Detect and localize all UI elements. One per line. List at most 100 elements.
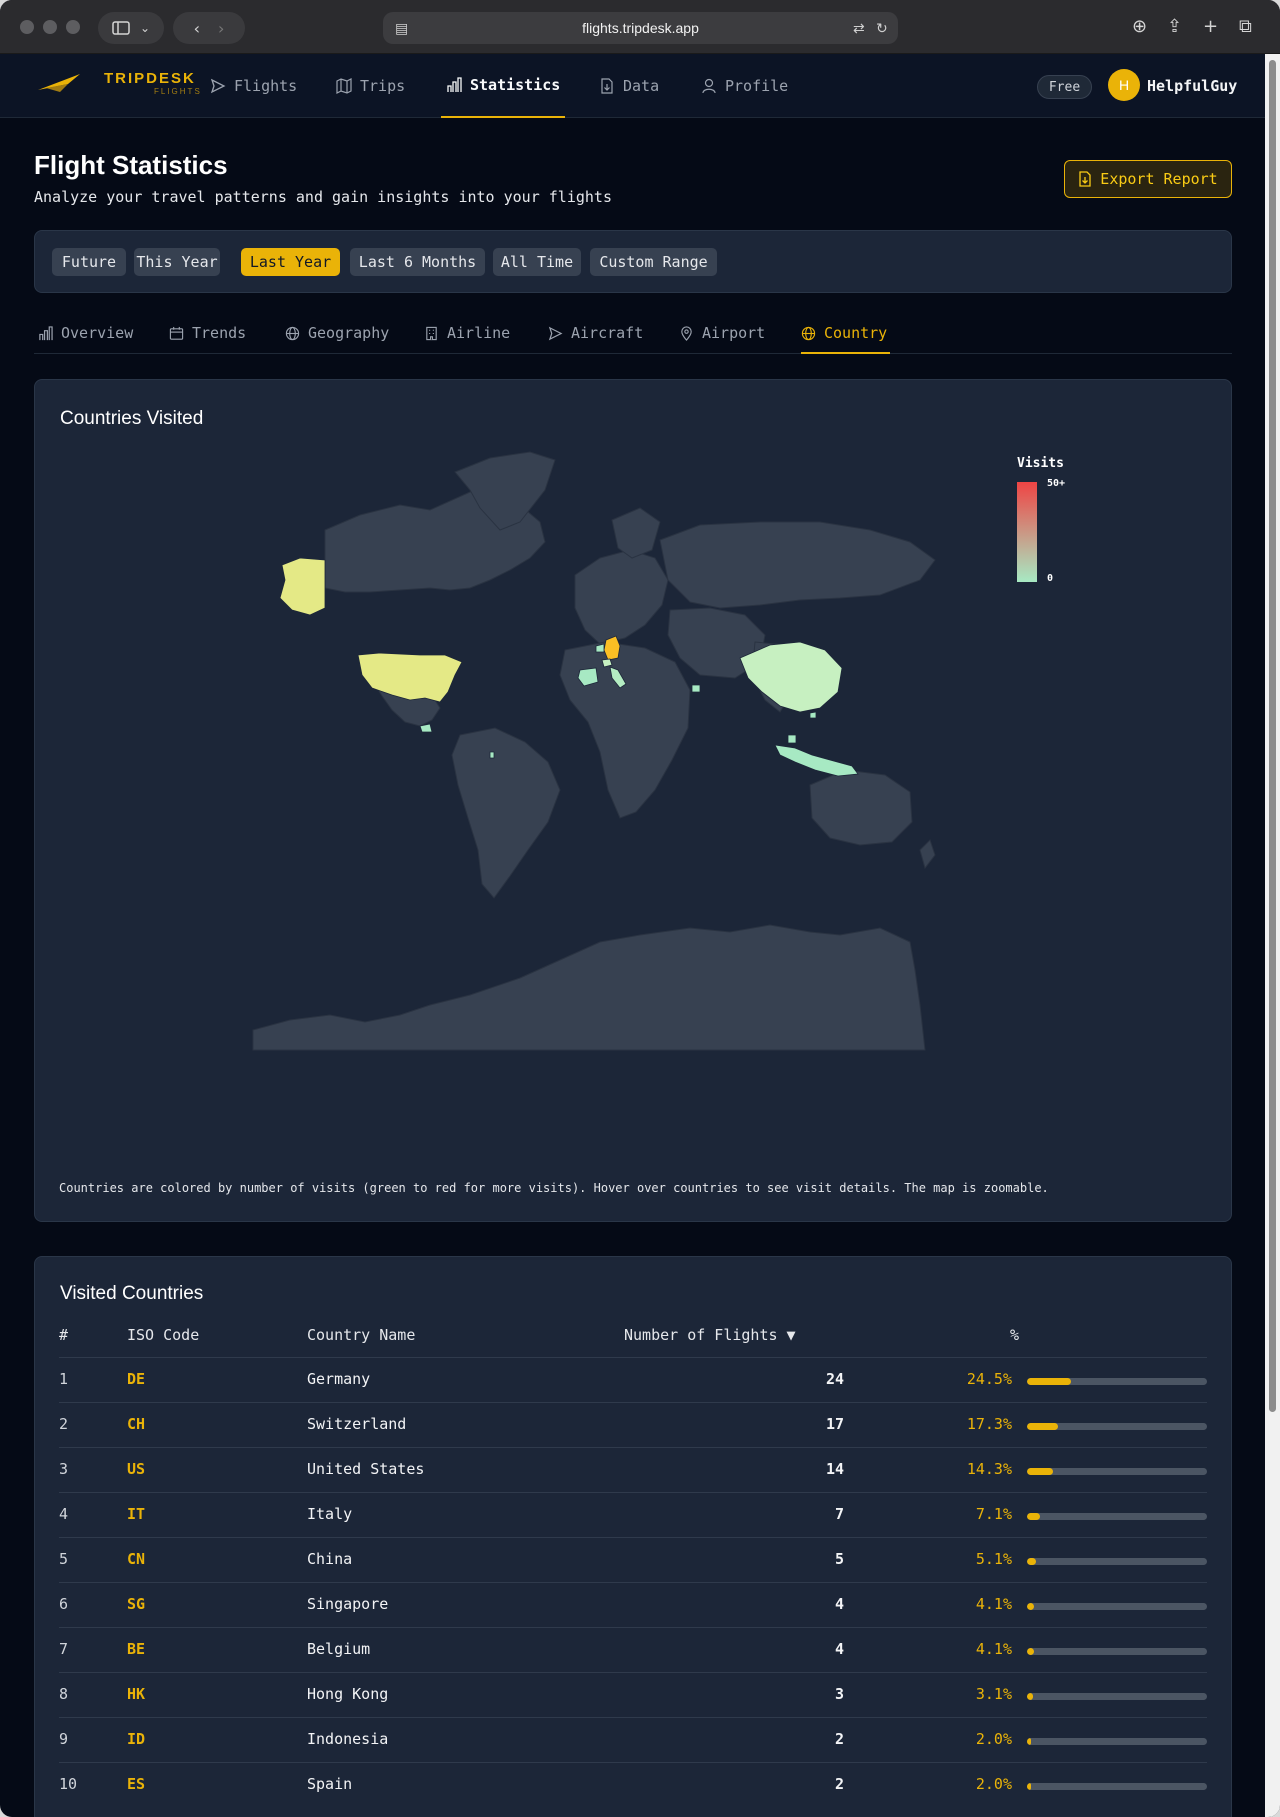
map-region-scandinavia[interactable] (611, 507, 661, 559)
nav-flights-label: Flights (234, 77, 298, 95)
row-rank: 9 (59, 1730, 69, 1748)
column-header-country[interactable]: Country Name (307, 1326, 415, 1344)
close-window-icon[interactable] (20, 20, 34, 34)
row-percent: 24.5% (966, 1370, 1012, 1388)
row-rank: 1 (59, 1370, 69, 1388)
tabs-overview-icon[interactable]: ⧉ (1239, 16, 1252, 37)
site-settings-icon[interactable]: ▤ (395, 20, 408, 37)
tab-geography[interactable]: Geography (285, 316, 389, 354)
column-header-iso[interactable]: ISO Code (127, 1326, 199, 1344)
table-row[interactable]: 7 BE Belgium 4 4.1% (59, 1627, 1207, 1672)
map-country-new-zealand[interactable] (919, 839, 936, 870)
row-country-name: Germany (307, 1370, 371, 1388)
tab-airport[interactable]: Airport (679, 316, 765, 354)
back-icon[interactable]: ‹ (194, 19, 200, 38)
date-filter-bar: Future This Year Last Year Last 6 Months… (34, 230, 1232, 293)
scrollbar-thumb[interactable] (1269, 60, 1276, 1412)
map-country-russia[interactable] (659, 521, 936, 609)
tab-overview[interactable]: Overview (38, 316, 133, 354)
filter-all-time[interactable]: All Time (493, 248, 581, 276)
map-region-europe[interactable] (574, 549, 669, 645)
row-flight-count: 24 (825, 1370, 844, 1388)
address-bar[interactable]: ▤ flights.tripdesk.app ⇄ ↻ (383, 12, 898, 44)
row-country-name: United States (307, 1460, 425, 1478)
maximize-window-icon[interactable] (66, 20, 80, 34)
nav-data[interactable]: Data (599, 54, 659, 118)
share-bar (1027, 1468, 1207, 1475)
row-country-name: Singapore (307, 1595, 389, 1613)
tab-airline-label: Airline (447, 324, 511, 342)
map-legend-min: 0 (1047, 573, 1054, 584)
building-icon (426, 326, 437, 341)
map-country-us-alaska[interactable] (279, 557, 326, 616)
column-header-percent[interactable]: % (1010, 1326, 1019, 1344)
new-tab-icon[interactable]: + (1203, 16, 1218, 37)
map-country-china[interactable] (739, 641, 843, 713)
tab-trends[interactable]: Trends (169, 316, 246, 354)
forward-icon[interactable]: › (218, 19, 224, 38)
download-icon[interactable]: ⊕ (1132, 16, 1147, 37)
tab-aircraft[interactable]: Aircraft (548, 316, 643, 354)
nav-statistics[interactable]: Statistics (441, 54, 566, 118)
filter-future[interactable]: Future (52, 248, 126, 276)
table-row[interactable]: 9 ID Indonesia 2 2.0% (59, 1717, 1207, 1762)
tab-airline[interactable]: Airline (424, 316, 510, 354)
share-bar-fill (1027, 1603, 1035, 1610)
row-iso-code: US (127, 1460, 146, 1478)
nav-flights[interactable]: Flights (210, 54, 297, 118)
nav-profile[interactable]: Profile (701, 54, 788, 118)
table-row[interactable]: 10 ES Spain 2 2.0% (59, 1762, 1207, 1807)
column-header-flights[interactable]: Number of Flights ▼ (624, 1326, 796, 1344)
avatar[interactable]: H (1108, 69, 1140, 101)
table-row[interactable]: 8 HK Hong Kong 3 3.1% (59, 1672, 1207, 1717)
nav-trips[interactable]: Trips (336, 54, 405, 118)
row-iso-code: ES (127, 1775, 146, 1793)
brand-logo[interactable]: TRIPDESK FLIGHTS (38, 70, 200, 100)
map-country-caribbean[interactable] (489, 751, 495, 759)
export-report-label: Export Report (1100, 170, 1218, 188)
tab-trends-label: Trends (192, 324, 247, 342)
row-iso-code: BE (127, 1640, 146, 1658)
minimize-window-icon[interactable] (43, 20, 57, 34)
map-region-africa[interactable] (559, 641, 691, 819)
map-country-uae[interactable] (691, 684, 701, 693)
table-row[interactable]: 5 CN China 5 5.1% (59, 1537, 1207, 1582)
map-region-south-america[interactable] (451, 727, 561, 899)
row-rank: 5 (59, 1550, 69, 1568)
row-country-name: Indonesia (307, 1730, 389, 1748)
table-row[interactable]: 1 DE Germany 24 24.5% (59, 1357, 1207, 1402)
map-title: Countries Visited (60, 408, 204, 429)
world-map[interactable] (0, 430, 1280, 1130)
table-row[interactable]: 6 SG Singapore 4 4.1% (59, 1582, 1207, 1627)
table-row[interactable]: 2 CH Switzerland 17 17.3% (59, 1402, 1207, 1447)
reload-icon[interactable]: ↻ (876, 20, 888, 37)
row-country-name: Switzerland (307, 1415, 407, 1433)
share-icon[interactable]: ⇪ (1167, 16, 1182, 37)
export-report-button[interactable]: Export Report (1064, 160, 1232, 198)
username[interactable]: HelpfulGuy (1147, 77, 1237, 95)
map-country-germany[interactable] (603, 635, 621, 661)
map-country-indonesia[interactable] (774, 744, 859, 777)
sidebar-toggle-button[interactable]: ⌄ (98, 12, 164, 44)
table-row[interactable]: 3 US United States 14 14.3% (59, 1447, 1207, 1492)
row-rank: 8 (59, 1685, 69, 1703)
share-bar (1027, 1378, 1207, 1385)
map-country-united-states[interactable] (357, 652, 463, 703)
map-country-hong-kong[interactable] (809, 711, 817, 719)
share-bar-fill (1027, 1738, 1031, 1745)
filter-last-year[interactable]: Last Year (241, 248, 340, 276)
row-rank: 7 (59, 1640, 69, 1658)
filter-last-6-months[interactable]: Last 6 Months (350, 248, 485, 276)
map-country-australia[interactable] (809, 769, 913, 846)
map-region-antarctica[interactable] (252, 924, 926, 1051)
table-row[interactable]: 4 IT Italy 7 7.1% (59, 1492, 1207, 1537)
tab-country[interactable]: Country (801, 316, 890, 354)
filter-custom-range[interactable]: Custom Range (590, 248, 717, 276)
row-percent: 2.0% (975, 1775, 1012, 1793)
translate-icon[interactable]: ⇄ (853, 20, 865, 37)
row-rank: 10 (59, 1775, 78, 1793)
page-scrollbar[interactable] (1265, 54, 1280, 1817)
filter-this-year[interactable]: This Year (134, 248, 220, 276)
map-country-singapore[interactable] (787, 734, 797, 744)
row-percent: 14.3% (966, 1460, 1012, 1478)
